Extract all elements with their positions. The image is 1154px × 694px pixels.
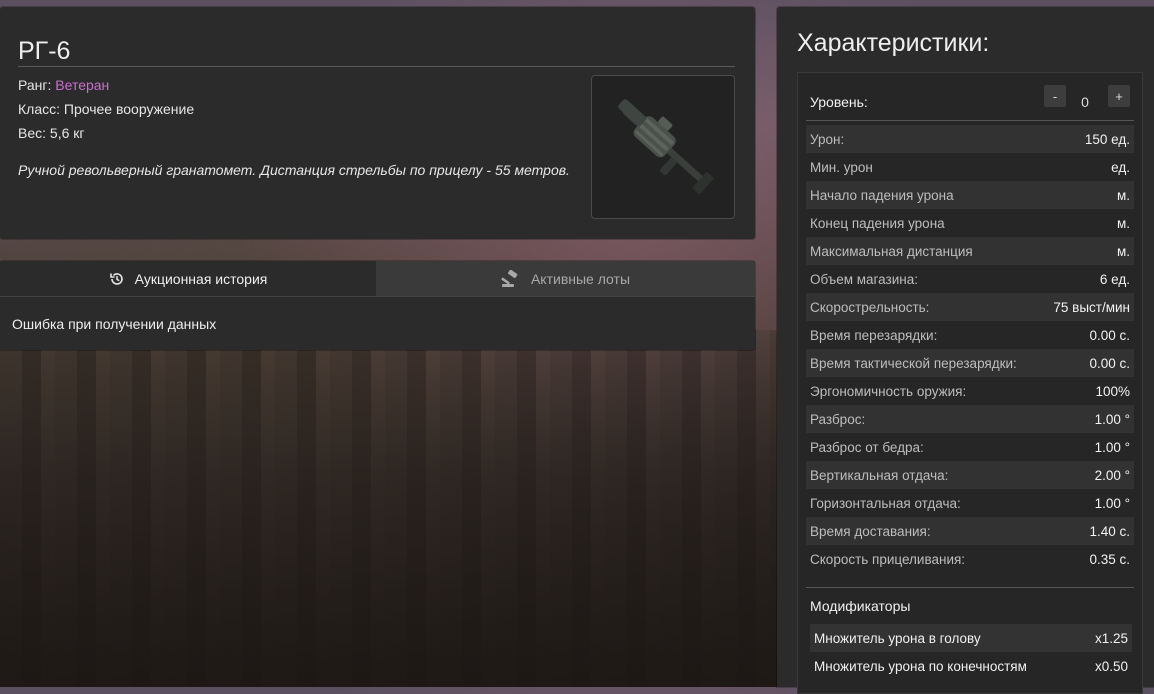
stat-value: 150 ед. (1084, 131, 1130, 147)
stat-row: Вертикальная отдача: 2.00 ° (806, 461, 1134, 489)
stat-row: Мин. урон ед. (806, 153, 1134, 181)
stat-row: Разброс от бедра: 1.00 ° (806, 433, 1134, 461)
stat-row: Начало падения урона м. (806, 181, 1134, 209)
stat-value: 0.35 с. (1089, 551, 1130, 567)
stat-name: Вертикальная отдача: (810, 467, 949, 483)
stat-value: 75 выст/мин (1053, 299, 1130, 315)
modifiers-divider (806, 587, 1134, 588)
stats-panel: Характеристики: Уровень: - 0 + Урон: 150… (777, 7, 1154, 694)
item-class: Класс: Прочее вооружение (18, 101, 195, 117)
item-weight: Вес: 5,6 кг (18, 125, 85, 141)
rank-label: Ранг: (18, 77, 56, 93)
level-increment-button[interactable]: + (1108, 85, 1130, 107)
tab-active-lots-label: Активные лоты (530, 270, 631, 287)
level-decrement-button[interactable]: - (1044, 85, 1066, 107)
item-rank: Ранг: Ветеран (18, 77, 109, 93)
stat-value: 1.40 с. (1089, 523, 1130, 539)
stat-row: Конец падения урона м. (806, 209, 1134, 237)
error-message: Ошибка при получении данных (12, 316, 217, 332)
auction-panel: Аукционная история Активные лоты Ошибка … (0, 261, 755, 350)
stat-name: Объем магазина: (810, 271, 918, 287)
modifier-value: x1.25 (1094, 630, 1128, 646)
stat-row: Разброс: 1.00 ° (806, 405, 1134, 433)
stat-row: Время доставания: 1.40 с. (806, 517, 1134, 545)
title-divider (18, 66, 735, 67)
modifier-row: Множитель урона по конечностям x0.50 (810, 652, 1132, 680)
grenade-launcher-icon (618, 99, 714, 194)
stats-title: Характеристики: (797, 29, 990, 57)
item-title: РГ-6 (18, 37, 71, 65)
stat-name: Урон: (810, 131, 845, 147)
rank-value: Ветеран (55, 77, 110, 93)
stat-row: Время тактической перезарядки: 0.00 с. (806, 349, 1134, 377)
level-divider (806, 120, 1134, 121)
modifier-name: Множитель урона по конечностям (814, 658, 1027, 674)
background-scene (0, 330, 780, 687)
stat-value: м. (1116, 215, 1130, 231)
item-card: РГ-6 Ранг: Ветеран Класс: Прочее вооруже… (0, 7, 755, 239)
stat-name: Время тактической перезарядки: (810, 355, 1017, 371)
stat-name: Конец падения урона (810, 215, 945, 231)
modifiers-title: Модификаторы (810, 598, 911, 614)
stat-name: Горизонтальная отдача: (810, 495, 961, 511)
stat-name: Мин. урон (810, 159, 873, 175)
stat-row: Максимальная дистанция м. (806, 237, 1134, 265)
stat-row: Урон: 150 ед. (806, 125, 1134, 153)
stat-row: Объем магазина: 6 ед. (806, 265, 1134, 293)
modifier-name: Множитель урона в голову (814, 630, 981, 646)
stat-value: ед. (1111, 159, 1130, 175)
modifier-value: x0.50 (1094, 658, 1128, 674)
stat-name: Максимальная дистанция (810, 243, 973, 259)
item-image (591, 75, 735, 219)
stat-value: 100% (1095, 383, 1130, 399)
stat-value: 1.00 ° (1094, 439, 1130, 455)
stat-name: Скорость прицеливания: (810, 551, 966, 567)
history-icon (109, 272, 123, 285)
stat-name: Разброс: (810, 411, 866, 427)
stat-row: Скорострельность: 75 выст/мин (806, 293, 1134, 321)
tab-auction-history-label: Аукционная история (134, 270, 268, 287)
stat-value: 0.00 с. (1089, 327, 1130, 343)
tab-active-lots[interactable]: Активные лоты (376, 261, 755, 296)
level-label: Уровень: (810, 94, 868, 110)
stat-value: 6 ед. (1099, 271, 1130, 287)
gavel-icon (501, 269, 518, 287)
stat-row: Эргономичность оружия: 100% (806, 377, 1134, 405)
tabs-divider (0, 296, 755, 297)
stat-name: Разброс от бедра: (810, 439, 924, 455)
stat-row: Горизонтальная отдача: 1.00 ° (806, 489, 1134, 517)
item-description: Ручной револьверный гранатомет. Дистанци… (18, 162, 570, 178)
stat-row: Время перезарядки: 0.00 с. (806, 321, 1134, 349)
stat-name: Время перезарядки: (810, 327, 938, 343)
stats-table: Уровень: - 0 + Урон: 150 ед. Мин. урон е… (797, 72, 1143, 694)
modifier-row: Множитель урона в голову x1.25 (810, 624, 1132, 652)
stat-name: Начало падения урона (810, 187, 954, 203)
stat-row: Скорость прицеливания: 0.35 с. (806, 545, 1134, 573)
stat-value: 1.00 ° (1094, 495, 1130, 511)
stat-name: Время доставания: (810, 523, 931, 539)
stat-value: 1.00 ° (1094, 411, 1130, 427)
stat-value: м. (1116, 187, 1130, 203)
stat-value: 0.00 с. (1089, 355, 1130, 371)
stat-name: Эргономичность оружия: (810, 383, 967, 399)
tab-auction-history[interactable]: Аукционная история (0, 261, 376, 296)
stat-value: 2.00 ° (1094, 467, 1130, 483)
level-value: 0 (1081, 94, 1089, 110)
stat-name: Скорострельность: (810, 299, 930, 315)
stat-value: м. (1116, 243, 1130, 259)
